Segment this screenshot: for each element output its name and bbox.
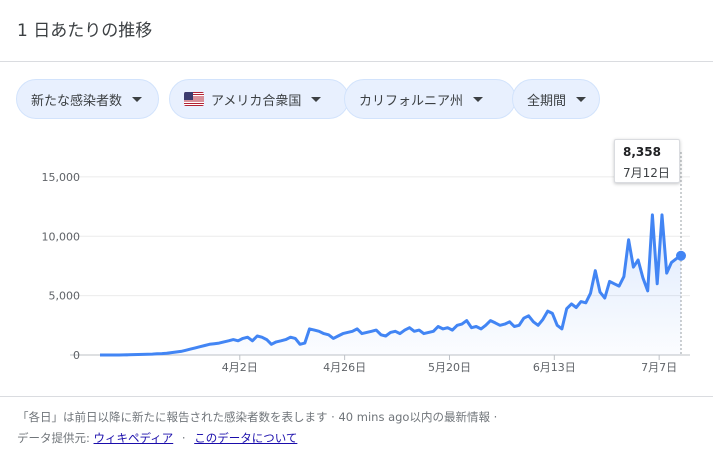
x-tick-label: 4月2日 (222, 361, 258, 374)
x-tick-label: 4月26日 (323, 361, 366, 374)
header: 1 日あたりの推移 (0, 0, 713, 62)
chevron-down-icon (132, 96, 143, 102)
us-flag-icon (184, 92, 204, 106)
state-label: カリフォルニア州 (359, 93, 464, 109)
period-dropdown[interactable]: 全期間 (512, 79, 600, 119)
x-tick-label: 7月7日 (641, 361, 677, 374)
about-data-link[interactable]: このデータについて (194, 431, 297, 445)
country-label: アメリカ合衆国 (211, 93, 302, 109)
y-tick-label: 10,000 (42, 230, 81, 243)
wikipedia-link[interactable]: ウィキペディア (94, 431, 174, 445)
footer-note: 「各日」は前日以降に新たに報告された感染者数を表します · 40 mins ag… (17, 410, 498, 424)
chevron-down-icon (311, 96, 322, 102)
hover-point (676, 250, 686, 261)
x-tick-label: 5月20日 (428, 361, 471, 374)
x-tick-label: 6月13日 (533, 361, 576, 374)
chevron-down-icon (576, 96, 587, 102)
footer-separator: · (181, 431, 186, 445)
daily-cases-chart[interactable]: 0 5,000 10,000 15,000 4月2日 4月26日 5月20日 6月13日 7月… (0, 130, 713, 380)
provider-label: データ提供元: (17, 431, 90, 445)
tooltip-date: 7月12日 (623, 166, 670, 180)
metric-label: 新たな感染者数 (31, 93, 123, 109)
period-label: 全期間 (527, 93, 567, 109)
page-title: 1 日あたりの推移 (17, 21, 153, 41)
metric-dropdown[interactable]: 新たな感染者数 (16, 79, 159, 119)
y-tick-label: 5,000 (49, 290, 81, 303)
chevron-down-icon (473, 96, 484, 102)
state-dropdown[interactable]: カリフォルニア州 (344, 79, 516, 119)
country-dropdown[interactable]: アメリカ合衆国 (169, 79, 349, 119)
y-tick-label: 15,000 (42, 171, 81, 184)
footer-source: データ提供元: ウィキペディア · このデータについて (17, 430, 297, 446)
value-tooltip: 8,358 7月12日 (614, 139, 680, 183)
footer-divider (0, 396, 713, 397)
filter-bar: 新たな感染者数 アメリカ合衆国 カリフォルニア州 全期間 (16, 79, 713, 119)
tooltip-value: 8,358 (623, 145, 661, 159)
y-tick-label: 0 (73, 349, 80, 362)
